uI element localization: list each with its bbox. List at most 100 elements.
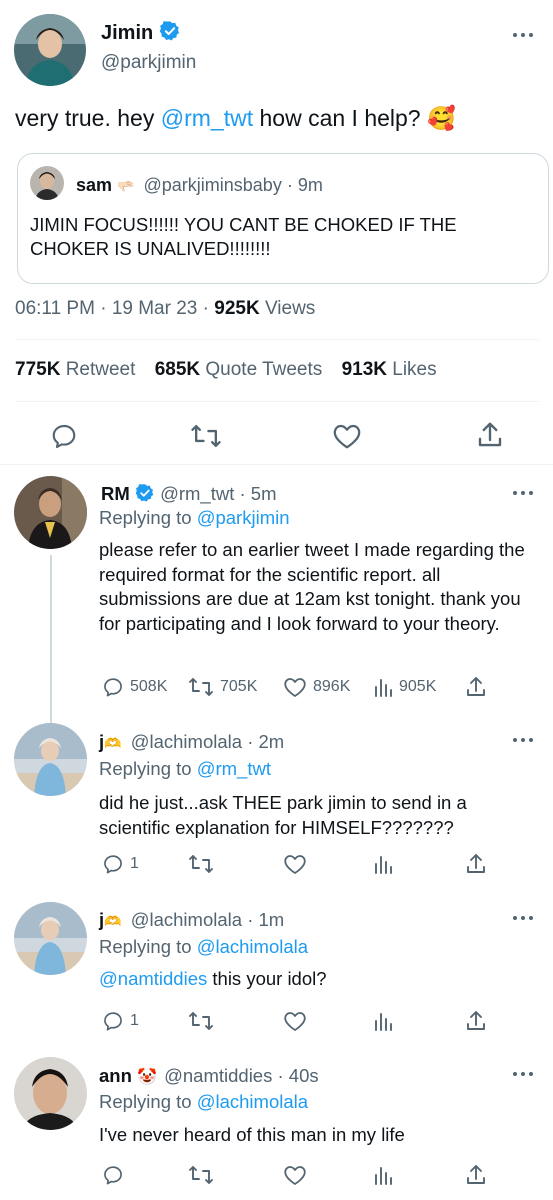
reply-text: please refer to an earlier tweet I made … <box>99 539 525 634</box>
replying-to-label: Replying to <box>99 758 197 779</box>
heart-icon <box>284 1166 306 1185</box>
reply-count: 1 <box>130 855 139 872</box>
quotes-stat[interactable]: 685K Quote Tweets <box>155 359 323 380</box>
replying-to-link[interactable]: @parkjimin <box>197 507 290 528</box>
like-button[interactable]: 896K <box>283 676 350 698</box>
separator: · <box>286 175 293 195</box>
share-icon <box>467 1011 485 1030</box>
replying-to-link[interactable]: @lachimolala <box>197 1091 308 1112</box>
divider <box>0 464 553 465</box>
likes-stat[interactable]: 913K Likes <box>342 359 437 380</box>
quote-text: JIMIN FOCUS!!!!!! YOU CANT BE CHOKED IF … <box>30 214 457 259</box>
reply-icon <box>104 855 122 874</box>
quote-time: 9m <box>297 175 323 195</box>
reply-author-name[interactable]: RM <box>101 483 130 504</box>
reply-icon <box>52 424 76 449</box>
reply-time: 40s <box>288 1065 319 1086</box>
mention-link[interactable]: @rm_twt <box>161 105 253 131</box>
quote-author-handle: @parkjiminsbaby <box>143 175 282 195</box>
views-button[interactable]: 905K <box>373 676 436 698</box>
reply-author-handle[interactable]: @lachimolala <box>131 731 242 752</box>
more-options-icon[interactable] <box>513 1072 533 1078</box>
reply-time: 5m <box>250 483 277 504</box>
retweets-stat[interactable]: 775K Retweet <box>15 359 135 380</box>
reply-time: 2m <box>258 731 285 752</box>
like-button[interactable] <box>283 853 307 875</box>
divider <box>15 339 539 340</box>
retweet-icon <box>191 424 221 448</box>
share-button[interactable] <box>465 1009 487 1033</box>
divider <box>15 401 539 402</box>
retweet-button[interactable]: 705K <box>188 676 257 698</box>
share-button[interactable] <box>465 675 487 699</box>
like-button[interactable] <box>283 1164 307 1186</box>
share-button[interactable] <box>465 1163 487 1187</box>
reply-text-row: @namtiddies this your idol? <box>99 967 529 992</box>
retweet-button[interactable] <box>188 853 214 875</box>
mention-link[interactable]: @namtiddies <box>99 968 207 989</box>
reply-button[interactable] <box>102 1164 124 1186</box>
quote-author-name: sam <box>76 175 113 195</box>
tweet-timestamp-row: 06:11 PM · 19 Mar 23 · 925K Views <box>15 298 316 319</box>
more-options-icon[interactable] <box>513 491 533 497</box>
ann-avatar[interactable] <box>14 1057 87 1130</box>
retweet-button[interactable] <box>188 1164 214 1186</box>
j-avatar[interactable] <box>14 902 87 975</box>
retweet-button[interactable] <box>188 1010 214 1032</box>
tweet-text-pre: very true. hey <box>15 105 161 131</box>
rm-avatar[interactable] <box>14 476 87 549</box>
share-icon <box>467 677 485 696</box>
author-name[interactable]: Jimin <box>101 22 153 44</box>
author-emoji: 🫶 <box>104 735 122 751</box>
more-options-icon[interactable] <box>513 738 533 744</box>
j-avatar[interactable] <box>14 723 87 796</box>
views-button[interactable] <box>373 1010 393 1032</box>
views-button[interactable] <box>373 1164 393 1186</box>
more-options-icon[interactable] <box>513 916 533 922</box>
tweet-text-post: how can I help? 🥰 <box>253 105 456 131</box>
retweet-icon <box>189 678 213 696</box>
views-icon <box>375 679 392 697</box>
reply-button[interactable] <box>50 422 78 450</box>
replying-to-link[interactable]: @lachimolala <box>197 936 308 957</box>
quote-author-emoji: 🫳🏻 <box>117 178 135 194</box>
retweet-count: 705K <box>220 678 258 695</box>
reply-icon <box>104 678 122 697</box>
like-button[interactable] <box>283 1010 307 1032</box>
share-icon <box>478 422 502 447</box>
views-label: Views <box>264 298 316 319</box>
heart-icon <box>284 1012 306 1031</box>
reply-author-handle[interactable]: @namtiddies <box>164 1065 272 1086</box>
reply-author-handle[interactable]: @rm_twt <box>160 483 234 504</box>
reply-author-handle[interactable]: @lachimolala <box>131 909 242 930</box>
share-button[interactable] <box>465 852 487 876</box>
jimin-avatar[interactable] <box>14 14 86 86</box>
reply-author-name[interactable]: ann <box>99 1065 132 1086</box>
retweet-icon <box>189 1012 213 1030</box>
retweet-button[interactable] <box>190 422 222 450</box>
reply-button[interactable]: 1 <box>102 853 139 875</box>
share-icon <box>467 1165 485 1184</box>
author-handle[interactable]: @parkjimin <box>101 52 196 74</box>
reply-text: this your idol? <box>207 968 327 989</box>
tweet-date[interactable]: 19 Mar 23 <box>112 298 198 319</box>
verified-badge-icon <box>159 20 181 48</box>
reply-button[interactable]: 1 <box>102 1010 139 1032</box>
like-button[interactable] <box>332 422 362 450</box>
quote-tweet-card[interactable]: sam 🫳🏻 @parkjiminsbaby · 9m JIMIN FOCUS!… <box>17 153 549 284</box>
views-count: 905K <box>399 678 437 695</box>
reply-icon <box>104 1012 122 1031</box>
replying-to-label: Replying to <box>99 1091 197 1112</box>
reply-button[interactable]: 508K <box>102 676 167 698</box>
more-options-icon[interactable] <box>513 33 533 39</box>
author-emoji: 🤡 <box>137 1069 157 1086</box>
reply-time: 1m <box>258 909 285 930</box>
share-button[interactable] <box>476 420 504 450</box>
replying-to-link[interactable]: @rm_twt <box>197 758 271 779</box>
tweet-time[interactable]: 06:11 PM <box>15 298 95 319</box>
views-button[interactable] <box>373 853 393 875</box>
heart-icon <box>284 678 306 697</box>
reply-icon <box>104 1166 122 1185</box>
tweet-body: very true. hey @rm_twt how can I help? 🥰 <box>15 104 456 132</box>
verified-badge-icon <box>135 483 155 508</box>
